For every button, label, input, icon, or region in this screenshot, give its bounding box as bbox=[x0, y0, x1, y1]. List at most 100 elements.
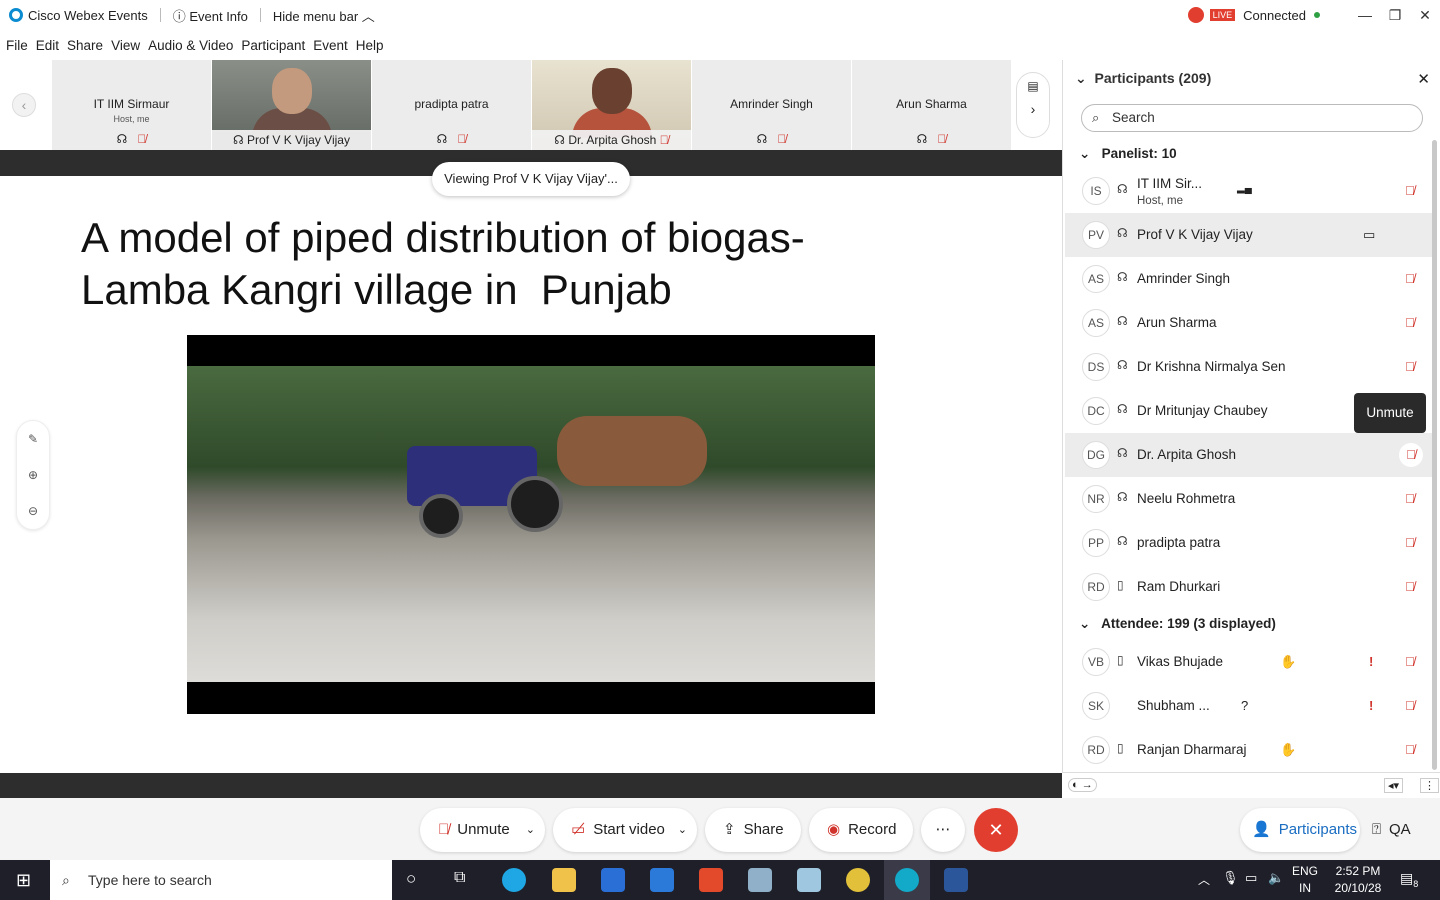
participant-row[interactable]: SK Shubham ... ? ! 🎙̸ bbox=[1065, 684, 1433, 728]
menu-event[interactable]: Event bbox=[313, 38, 348, 53]
participant-name: Ram Dhurkari bbox=[1137, 579, 1221, 594]
menu-participant[interactable]: Participant bbox=[241, 38, 305, 53]
task-view-icon[interactable]: ⧉ bbox=[454, 869, 465, 887]
microphone-icon[interactable]: 🎙 bbox=[1222, 870, 1239, 886]
phone-icon: ▯ bbox=[1117, 653, 1124, 667]
mic-muted-icon[interactable]: 🎙̸ bbox=[1405, 491, 1415, 506]
strip-prev-button[interactable]: ‹ bbox=[12, 93, 36, 117]
video-tile[interactable]: Amrinder Singh ☊ 🎙̸ bbox=[692, 60, 851, 150]
app-icon[interactable] bbox=[797, 868, 821, 892]
volume-icon[interactable]: 🔈 bbox=[1268, 870, 1284, 886]
video-tile[interactable]: IT IIM Sirmaur Host, me ☊ 🎙̸ bbox=[52, 60, 211, 150]
edge-icon[interactable] bbox=[502, 868, 526, 892]
title-bar: Cisco Webex Events ⓘ Event Info Hide men… bbox=[0, 0, 1440, 30]
video-tile[interactable]: ☊ Dr. Arpita Ghosh 🎙̸ bbox=[532, 60, 691, 150]
mic-muted-icon[interactable]: 🎙̸ bbox=[1405, 359, 1415, 374]
mic-muted-icon[interactable]: 🎙̸ bbox=[1405, 271, 1415, 286]
menu-share[interactable]: Share bbox=[67, 38, 103, 53]
participant-row[interactable]: RD ▯ Ranjan Dharmaraj ✋ 🎙̸ bbox=[1065, 728, 1433, 772]
participants-button[interactable]: 👤 Participants bbox=[1240, 808, 1360, 852]
participant-row[interactable]: PP ☊ pradipta patra 🎙̸ bbox=[1065, 521, 1433, 565]
close-panel-button[interactable]: ✕ bbox=[1417, 70, 1430, 88]
more-options-icon[interactable]: ⋮ bbox=[1420, 778, 1439, 793]
mic-muted-icon[interactable]: 🎙̸ bbox=[1405, 315, 1415, 330]
language-indicator[interactable]: ENG IN bbox=[1292, 863, 1318, 897]
participant-row[interactable]: AS ☊ Arun Sharma 🎙̸ bbox=[1065, 301, 1433, 345]
mic-muted-icon[interactable]: 🎙̸ bbox=[1405, 654, 1415, 669]
close-window-button[interactable]: ✕ bbox=[1410, 7, 1440, 24]
zoom-out-icon[interactable]: ⊖ bbox=[17, 493, 49, 529]
chevron-down-icon[interactable]: ⌄ bbox=[678, 808, 687, 852]
start-video-button[interactable]: ▭̸ Start video ⌄ bbox=[553, 808, 697, 852]
strip-controls: ▤ › bbox=[1016, 72, 1050, 138]
share-button[interactable]: ⇪ Share bbox=[705, 808, 801, 852]
leave-meeting-button[interactable]: ✕ bbox=[974, 808, 1018, 852]
cortana-icon[interactable]: ○ bbox=[406, 869, 416, 889]
taskbar-clock[interactable]: 2:52 PM 20/10/28 bbox=[1330, 863, 1386, 897]
store-icon[interactable] bbox=[601, 868, 625, 892]
tray-expand-icon[interactable]: ︿ bbox=[1198, 871, 1210, 888]
mic-muted-icon: 🎙̸ bbox=[937, 132, 947, 146]
chrome-icon[interactable] bbox=[846, 868, 870, 892]
participant-row[interactable]: AS ☊ Amrinder Singh 🎙̸ bbox=[1065, 257, 1433, 301]
strip-next-button[interactable]: › bbox=[1017, 101, 1049, 117]
menu-file[interactable]: File bbox=[6, 38, 28, 53]
app-icon[interactable] bbox=[748, 868, 772, 892]
toggle-icon[interactable]: ◐ → bbox=[1068, 778, 1097, 792]
taskbar-search-input[interactable]: ⌕ Type here to search bbox=[50, 860, 392, 900]
notification-icon[interactable]: ◂▾ bbox=[1384, 778, 1404, 793]
mic-muted-icon[interactable]: 🎙̸ bbox=[1405, 698, 1415, 713]
menu-edit[interactable]: Edit bbox=[36, 38, 59, 53]
hide-menu-bar-button[interactable]: Hide menu bar ︿ bbox=[273, 6, 375, 25]
menu-view[interactable]: View bbox=[111, 38, 140, 53]
menu-audio-video[interactable]: Audio & Video bbox=[148, 38, 233, 53]
participant-row[interactable]: DG ☊ Dr. Arpita Ghosh 🎙̸ bbox=[1065, 433, 1433, 477]
video-tile[interactable]: Arun Sharma ☊ 🎙̸ bbox=[852, 60, 1011, 150]
info-icon: ⓘ bbox=[172, 8, 186, 24]
notification-center-icon[interactable]: ▤8 bbox=[1400, 870, 1418, 889]
mic-muted-icon[interactable]: 🎙̸ bbox=[1405, 579, 1415, 594]
participant-row[interactable]: NR ☊ Neelu Rohmetra 🎙̸ bbox=[1065, 477, 1433, 521]
participant-row[interactable]: DS ☊ Dr Krishna Nirmalya Sen 🎙̸ bbox=[1065, 345, 1433, 389]
mic-muted-icon[interactable]: 🎙̸ bbox=[1405, 742, 1415, 757]
panelist-section-header[interactable]: ⌄ Panelist: 10 bbox=[1079, 146, 1177, 162]
attendee-section-header[interactable]: ⌄ Attendee: 199 (3 displayed) bbox=[1079, 616, 1276, 632]
webex-icon[interactable] bbox=[895, 868, 919, 892]
mic-muted-icon[interactable]: 🎙̸ bbox=[1405, 535, 1415, 550]
network-icon[interactable]: ▭ bbox=[1245, 870, 1257, 886]
windows-start-icon[interactable]: ⊞ bbox=[16, 870, 31, 891]
participant-video-image bbox=[592, 68, 632, 114]
shared-video[interactable] bbox=[187, 335, 875, 714]
participant-row[interactable]: VB ▯ Vikas Bhujade ✋ ! 🎙̸ bbox=[1065, 640, 1433, 684]
annotate-icon[interactable]: ✎ bbox=[17, 421, 49, 457]
unmute-button[interactable]: 🎙̸ Unmute ⌄ bbox=[420, 808, 545, 852]
file-explorer-icon[interactable] bbox=[552, 868, 576, 892]
office-icon[interactable] bbox=[699, 868, 723, 892]
participant-row[interactable]: PV ☊ Prof V K Vijay Vijay ▭ bbox=[1065, 213, 1433, 257]
avatar: VB bbox=[1082, 648, 1110, 676]
calendar-icon[interactable]: ▤ bbox=[1017, 79, 1049, 93]
menu-help[interactable]: Help bbox=[356, 38, 384, 53]
chevron-down-icon[interactable]: ⌄ bbox=[526, 808, 535, 852]
participant-row[interactable]: RD ▯ Ram Dhurkari 🎙̸ bbox=[1065, 565, 1433, 609]
record-button[interactable]: ◉ Record bbox=[809, 808, 913, 852]
participant-row[interactable]: IS ☊ IT IIM Sir... Host, me ▂▄ 🎙̸ bbox=[1065, 169, 1433, 213]
participant-name: Arun Sharma bbox=[1137, 315, 1217, 330]
viewing-label[interactable]: Viewing Prof V K Vijay Vijay'... bbox=[432, 162, 630, 196]
mail-icon[interactable] bbox=[650, 868, 674, 892]
zoom-in-icon[interactable]: ⊕ bbox=[17, 457, 49, 493]
more-options-button[interactable]: ⋯ bbox=[921, 808, 965, 852]
mic-muted-icon[interactable]: 🎙̸ bbox=[1405, 183, 1415, 198]
video-tile[interactable]: pradipta patra ☊ 🎙̸ bbox=[372, 60, 531, 150]
word-icon[interactable] bbox=[944, 868, 968, 892]
maximize-button[interactable]: ❐ bbox=[1380, 7, 1410, 24]
unmute-button[interactable]: 🎙̸ bbox=[1399, 443, 1423, 467]
raised-hand-icon: ✋ bbox=[1280, 742, 1297, 757]
panel-header[interactable]: ⌄ Participants (209) bbox=[1075, 70, 1211, 87]
minimize-button[interactable]: — bbox=[1350, 7, 1380, 23]
qa-button[interactable]: ⍰ QA bbox=[1362, 808, 1426, 852]
event-info-button[interactable]: ⓘ Event Info bbox=[173, 6, 248, 25]
participant-search-input[interactable]: ⌕ Search bbox=[1081, 104, 1423, 132]
video-tile[interactable]: ☊ Prof V K Vijay Vijay bbox=[212, 60, 371, 150]
panel-scrollbar[interactable] bbox=[1432, 140, 1437, 770]
